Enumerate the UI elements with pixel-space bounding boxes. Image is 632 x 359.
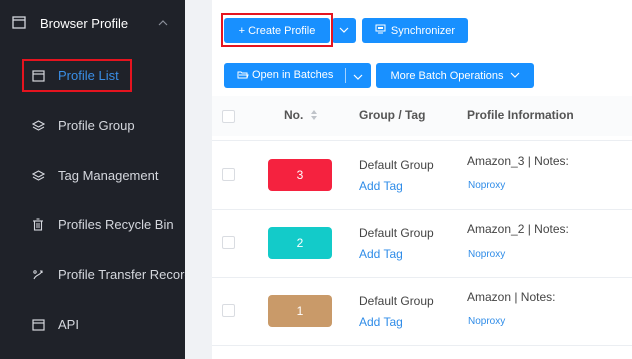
group-name: Default Group [359, 294, 434, 308]
profile-info-text: Amazon_3 | Notes: [467, 154, 569, 168]
proxy-link[interactable]: Noproxy [468, 316, 505, 327]
column-header-no[interactable]: No. [284, 108, 303, 122]
sidebar-item-profile-group[interactable]: Profile Group [0, 106, 185, 146]
chevron-up-icon[interactable] [157, 15, 169, 33]
proxy-link[interactable]: Noproxy [468, 180, 505, 191]
row-divider [212, 140, 632, 141]
sidebar: Browser Profile Profile List Profile Gro… [0, 0, 192, 359]
sidebar-item-recycle-bin[interactable]: Profiles Recycle Bin [0, 205, 185, 245]
sidebar-item-label: Profile Transfer Record [58, 267, 192, 282]
layers-icon [31, 169, 46, 187]
chevron-down-icon [510, 70, 520, 82]
row-divider [212, 209, 632, 210]
synchronizer-label: Synchronizer [390, 24, 456, 37]
add-tag-link[interactable]: Add Tag [359, 315, 403, 329]
transfer-icon [32, 268, 45, 286]
sidebar-item-tag-management[interactable]: Tag Management [0, 156, 185, 196]
sidebar-item-label: Profiles Recycle Bin [58, 217, 174, 232]
sidebar-header-title: Browser Profile [40, 16, 129, 31]
highlight-box-profile-list [22, 59, 132, 92]
profile-info-text: Amazon_2 | Notes: [467, 222, 569, 236]
row-checkbox[interactable] [222, 236, 235, 249]
profile-info-text: Amazon | Notes: [467, 290, 556, 304]
monitor-icon [375, 24, 386, 37]
sidebar-item-transfer-record[interactable]: Profile Transfer Record [0, 255, 192, 295]
proxy-link[interactable]: Noproxy [468, 249, 505, 260]
add-tag-link[interactable]: Add Tag [359, 179, 403, 193]
more-batch-operations-button[interactable]: More Batch Operations [376, 63, 534, 88]
group-name: Default Group [359, 226, 434, 240]
open-in-batches-label: Open in Batches [252, 69, 334, 81]
window-icon [12, 16, 26, 34]
open-in-batches-button[interactable]: Open in Batches [224, 63, 371, 88]
row-divider [212, 345, 632, 346]
sidebar-item-api[interactable]: API [0, 305, 185, 345]
sidebar-item-label: Profile Group [58, 118, 135, 133]
more-batch-operations-label: More Batch Operations [390, 69, 504, 82]
row-checkbox[interactable] [222, 168, 235, 181]
trash-icon [32, 218, 44, 236]
profile-number-badge[interactable]: 3 [268, 159, 332, 191]
row-divider [212, 277, 632, 278]
column-header-group-tag: Group / Tag [359, 108, 426, 122]
synchronizer-button[interactable]: Synchronizer [362, 18, 468, 43]
window-icon [32, 318, 45, 336]
add-tag-link[interactable]: Add Tag [359, 247, 403, 261]
profile-number-badge[interactable]: 2 [268, 227, 332, 259]
layers-icon [31, 119, 46, 137]
sidebar-item-label: Tag Management [58, 168, 159, 183]
row-checkbox[interactable] [222, 304, 235, 317]
select-all-checkbox[interactable] [222, 110, 235, 123]
profile-number-badge[interactable]: 1 [268, 295, 332, 327]
folder-open-icon [237, 70, 249, 83]
sidebar-item-label: API [58, 317, 79, 332]
group-name: Default Group [359, 158, 434, 172]
sidebar-header-browser-profile[interactable]: Browser Profile [0, 0, 185, 48]
sort-icon[interactable] [310, 108, 318, 126]
column-header-profile-info: Profile Information [467, 108, 574, 122]
highlight-box-create-profile [221, 13, 333, 47]
chevron-down-icon[interactable] [353, 72, 363, 84]
button-divider [345, 68, 346, 83]
create-profile-dropdown-button[interactable] [332, 18, 356, 43]
chevron-down-icon [339, 25, 349, 37]
